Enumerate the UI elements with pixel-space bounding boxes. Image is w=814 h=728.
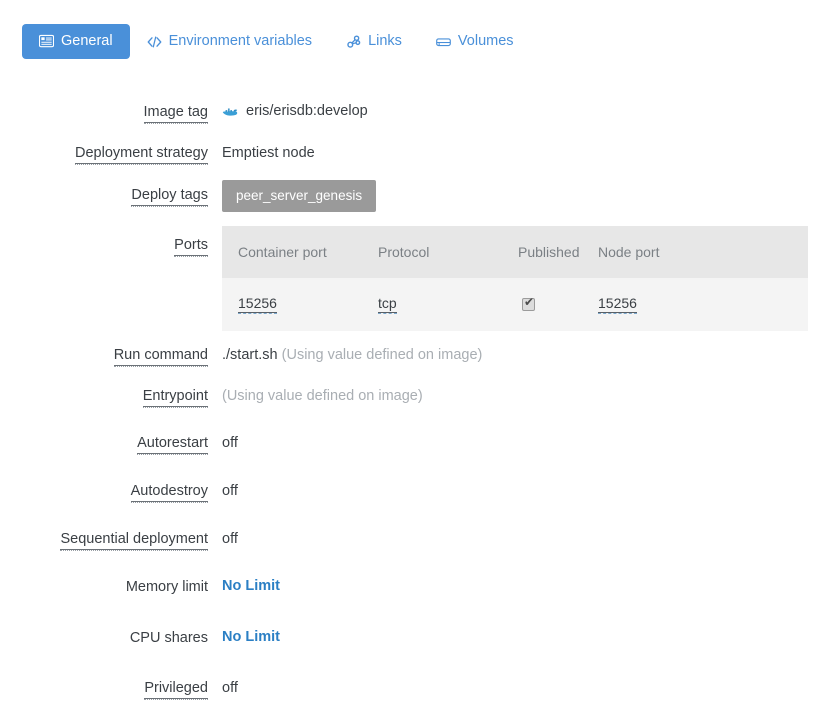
deployment-strategy-label[interactable]: Deployment strategy <box>75 146 208 165</box>
cell-published <box>502 278 582 332</box>
cell-node-port: 15256 <box>582 278 808 332</box>
entrypoint-value-cell[interactable]: (Using value defined on image) <box>208 381 814 404</box>
autorestart-label[interactable]: Autorestart <box>137 436 208 455</box>
run-command-value-cell[interactable]: ./start.sh (Using value defined on image… <box>208 340 814 363</box>
sequential-deployment-label-cell: Sequential deployment <box>0 522 208 551</box>
autodestroy-label[interactable]: Autodestroy <box>130 484 208 503</box>
image-tag-label[interactable]: Image tag <box>143 105 208 124</box>
image-tag-label-cell: Image tag <box>0 92 208 124</box>
autorestart-value[interactable]: off <box>208 426 814 451</box>
autorestart-label-cell: Autorestart <box>0 426 208 455</box>
list-alt-icon <box>39 34 54 49</box>
deploy-tags-label-cell: Deploy tags <box>0 176 208 207</box>
cpu-shares-label: CPU shares <box>129 630 208 646</box>
code-icon <box>147 34 162 49</box>
form-row-sequential-deployment: Sequential deployment off <box>0 522 814 569</box>
hdd-icon <box>436 34 451 49</box>
privileged-value[interactable]: off <box>208 670 814 696</box>
service-general-form: Image tag eris/erisdb:develop Deployment… <box>0 92 814 710</box>
table-row: 15256 tcp 15256 <box>222 278 808 332</box>
tab-volumes[interactable]: Volumes <box>419 24 531 59</box>
entrypoint-label[interactable]: Entrypoint <box>142 389 208 408</box>
memory-limit-value[interactable]: No Limit <box>208 569 814 594</box>
form-row-entrypoint: Entrypoint (Using value defined on image… <box>0 381 814 426</box>
form-row-autorestart: Autorestart off <box>0 426 814 474</box>
tab-environment-variables-label: Environment variables <box>168 33 313 50</box>
run-command-hint: (Using value defined on image) <box>281 347 483 363</box>
deployment-strategy-value[interactable]: Emptiest node <box>208 134 814 161</box>
memory-limit-label: Memory limit <box>125 579 208 595</box>
container-port-value[interactable]: 15256 <box>238 295 277 315</box>
ports-label[interactable]: Ports <box>174 238 208 257</box>
image-tag-value[interactable]: eris/erisdb:develop <box>246 103 368 119</box>
memory-limit-label-cell: Memory limit <box>0 569 208 598</box>
cell-container-port: 15256 <box>222 278 362 332</box>
tab-environment-variables[interactable]: Environment variables <box>130 24 329 59</box>
privileged-label[interactable]: Privileged <box>144 681 208 700</box>
tab-links-label: Links <box>368 33 402 50</box>
link-chain-icon <box>346 34 361 49</box>
tab-general-label: General <box>61 33 113 50</box>
ports-table-header-row: Container port Protocol Published Node p… <box>222 226 808 278</box>
tab-volumes-label: Volumes <box>457 33 514 50</box>
deployment-strategy-label-cell: Deployment strategy <box>0 134 208 165</box>
form-row-image-tag: Image tag eris/erisdb:develop <box>0 92 814 134</box>
form-row-cpu-shares: CPU shares No Limit <box>0 620 814 670</box>
run-command-value[interactable]: ./start.sh <box>222 347 278 363</box>
protocol-value[interactable]: tcp <box>378 295 397 315</box>
column-header-published: Published <box>502 226 582 278</box>
autodestroy-label-cell: Autodestroy <box>0 474 208 503</box>
tab-links[interactable]: Links <box>329 24 419 59</box>
ports-value-cell: Container port Protocol Published Node p… <box>208 226 814 332</box>
node-port-value[interactable]: 15256 <box>598 295 637 315</box>
ports-table: Container port Protocol Published Node p… <box>222 226 808 332</box>
ports-label-cell: Ports <box>0 226 208 257</box>
entrypoint-hint: (Using value defined on image) <box>222 388 423 404</box>
tab-general[interactable]: General <box>22 24 130 59</box>
cpu-shares-value[interactable]: No Limit <box>208 620 814 645</box>
tab-bar: General Environment variables Links Volu… <box>22 24 531 59</box>
sequential-deployment-label[interactable]: Sequential deployment <box>60 532 208 551</box>
sequential-deployment-value[interactable]: off <box>208 522 814 547</box>
image-tag-value-cell: eris/erisdb:develop <box>208 92 814 122</box>
cell-protocol: tcp <box>362 278 502 332</box>
form-row-autodestroy: Autodestroy off <box>0 474 814 522</box>
form-row-ports: Ports Container port Protocol Published … <box>0 226 814 340</box>
column-header-container-port: Container port <box>222 226 362 278</box>
published-checkbox[interactable] <box>522 296 535 312</box>
deploy-tags-label[interactable]: Deploy tags <box>131 188 208 207</box>
docker-whale-icon <box>222 105 239 118</box>
cpu-shares-label-cell: CPU shares <box>0 620 208 649</box>
autodestroy-value[interactable]: off <box>208 474 814 499</box>
form-row-memory-limit: Memory limit No Limit <box>0 569 814 620</box>
entrypoint-label-cell: Entrypoint <box>0 381 208 408</box>
deploy-tags-value-cell: peer_server_genesis <box>208 176 814 212</box>
run-command-label-cell: Run command <box>0 340 208 367</box>
form-row-deploy-tags: Deploy tags peer_server_genesis <box>0 176 814 226</box>
privileged-label-cell: Privileged <box>0 670 208 700</box>
form-row-run-command: Run command ./start.sh (Using value defi… <box>0 340 814 381</box>
column-header-protocol: Protocol <box>362 226 502 278</box>
form-row-deployment-strategy: Deployment strategy Emptiest node <box>0 134 814 176</box>
run-command-label[interactable]: Run command <box>113 348 208 367</box>
form-row-privileged: Privileged off <box>0 670 814 710</box>
deploy-tag-badge[interactable]: peer_server_genesis <box>222 180 377 212</box>
column-header-node-port: Node port <box>582 226 808 278</box>
